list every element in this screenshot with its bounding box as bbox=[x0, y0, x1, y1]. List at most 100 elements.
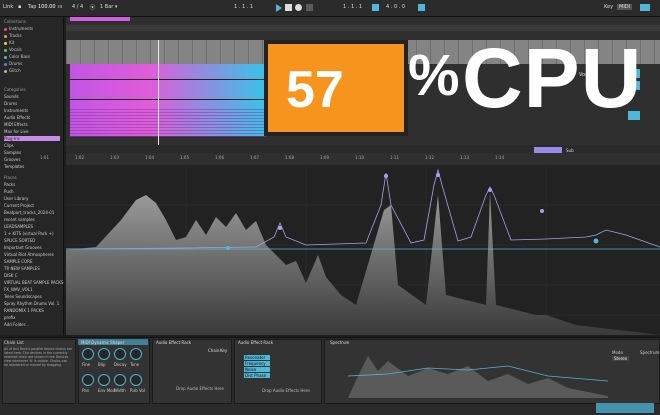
color-tag-icon bbox=[4, 48, 7, 52]
category-item[interactable]: Instruments bbox=[4, 108, 60, 113]
play-icon[interactable] bbox=[276, 4, 282, 12]
category-item[interactable]: Grooves bbox=[4, 157, 60, 162]
quantize-menu[interactable]: 1 Bar ▾ bbox=[100, 4, 117, 10]
place-item[interactable]: LEADSAMPLES bbox=[4, 224, 60, 229]
macro-row[interactable]: Resonator bbox=[244, 355, 270, 360]
place-item[interactable]: FX_WAV_VOL1 bbox=[4, 287, 60, 292]
collection-label: Color Bass bbox=[9, 54, 31, 59]
draw-mode-icon[interactable] bbox=[418, 4, 425, 11]
ruler-tick-label: 1:08 bbox=[285, 155, 294, 160]
knob[interactable] bbox=[130, 374, 142, 386]
macro-row[interactable]: Noise bbox=[244, 367, 270, 372]
collection-label: Kit bbox=[9, 40, 15, 45]
category-item[interactable]: Samples bbox=[4, 150, 60, 155]
key-map-button[interactable]: Key bbox=[604, 4, 613, 10]
collection-item[interactable]: Instruments bbox=[4, 26, 33, 31]
place-item[interactable]: Telex Soundscapes bbox=[4, 294, 60, 299]
mini-spectrum bbox=[348, 356, 608, 398]
clip-label: Sub bbox=[566, 148, 574, 153]
collection-item[interactable]: Color Bass bbox=[4, 54, 30, 59]
collection-item[interactable]: Kit bbox=[4, 40, 14, 45]
chain-list-help: All of this Rack's parallel device chain… bbox=[4, 347, 72, 367]
clip-marker-bar[interactable] bbox=[70, 17, 130, 21]
macro-row[interactable]: Frequency bbox=[244, 361, 270, 366]
collection-item[interactable]: Drums bbox=[4, 61, 22, 66]
category-item[interactable]: Max for Live bbox=[4, 129, 60, 134]
knob[interactable] bbox=[98, 348, 110, 360]
spectrum-device-title: Spectrum bbox=[330, 340, 350, 345]
knob[interactable] bbox=[82, 374, 94, 386]
loop-start[interactable]: 1 . 1 . 1 bbox=[343, 4, 362, 10]
place-item[interactable]: Spray Rhythm Drums Vol. 1 bbox=[4, 301, 60, 306]
place-item[interactable]: DISK C bbox=[4, 273, 60, 278]
place-item[interactable]: 1 + KITS (virtual Pack +) bbox=[4, 231, 60, 236]
nudge-icon[interactable]: ııı bbox=[58, 4, 62, 10]
tap-button[interactable]: Tap bbox=[28, 4, 36, 10]
collection-item[interactable]: Vocals bbox=[4, 47, 22, 52]
category-item[interactable]: Sounds bbox=[4, 94, 60, 99]
spectrum-view[interactable] bbox=[65, 165, 660, 335]
place-item[interactable]: User Library bbox=[4, 196, 60, 201]
place-item[interactable]: Packs bbox=[4, 182, 60, 187]
category-item[interactable]: Drums bbox=[4, 101, 60, 106]
arrangement-position[interactable]: 1 . 1 . 1 bbox=[234, 4, 253, 10]
link-toggle[interactable]: ▪ bbox=[18, 4, 21, 10]
playhead[interactable] bbox=[158, 40, 159, 150]
place-item[interactable]: Push bbox=[4, 189, 60, 194]
ruler-tick-label: 1:11 bbox=[390, 155, 399, 160]
rack3-drop-zone[interactable]: Drop Audio Effects Here bbox=[262, 388, 310, 393]
eq-node[interactable] bbox=[436, 173, 440, 177]
place-item[interactable]: Beatport_tracks_2024-01 bbox=[4, 210, 60, 215]
track-selector[interactable] bbox=[596, 403, 654, 413]
eq-node[interactable] bbox=[593, 238, 599, 244]
knob[interactable] bbox=[98, 374, 110, 386]
place-item[interactable]: SPLICE SORTED bbox=[4, 238, 60, 243]
collection-item[interactable]: Tracks bbox=[4, 33, 22, 38]
places-heading: Places bbox=[4, 175, 17, 180]
stop-icon[interactable] bbox=[285, 4, 292, 11]
collection-item[interactable]: Glitch bbox=[4, 68, 21, 73]
knob[interactable] bbox=[130, 348, 142, 360]
place-item[interactable]: Current Project bbox=[4, 203, 60, 208]
category-item[interactable]: Audio Effects bbox=[4, 115, 60, 120]
category-item[interactable]: Plug-Ins bbox=[4, 136, 60, 141]
eq-node[interactable] bbox=[488, 188, 492, 192]
category-item[interactable]: Clips bbox=[4, 143, 60, 148]
category-item[interactable]: MIDI Effects bbox=[4, 122, 60, 127]
eq-node[interactable] bbox=[226, 246, 230, 250]
place-item[interactable]: SAMPLE CORE bbox=[4, 259, 60, 264]
place-item[interactable]: prefix bbox=[4, 315, 60, 320]
rack2-drop-zone[interactable]: Drop Audio Effects Here bbox=[176, 386, 224, 391]
place-item[interactable]: TR NEW SAMPLES bbox=[4, 266, 60, 271]
overdub-icon[interactable] bbox=[306, 4, 313, 11]
eq-node[interactable] bbox=[384, 174, 388, 178]
place-item[interactable]: RANDOMIX 1 PACKS bbox=[4, 308, 60, 313]
place-item[interactable]: recent samples bbox=[4, 217, 60, 222]
macro-row[interactable]: Dist Phase bbox=[244, 373, 270, 378]
clip-selector[interactable] bbox=[534, 147, 562, 153]
rack2-key-tab[interactable]: Key bbox=[220, 348, 227, 353]
loop-length[interactable]: 4 . 0 . 0 bbox=[386, 4, 405, 10]
eq-node[interactable] bbox=[540, 209, 544, 213]
cpu-value: 57 bbox=[286, 61, 344, 119]
mode-select[interactable]: Stereo bbox=[612, 356, 630, 361]
place-item[interactable]: VIRTUAL BEAT SAMPLE PACKS bbox=[4, 280, 63, 285]
time-signature[interactable]: 4 / 4 bbox=[72, 4, 83, 10]
place-item[interactable]: Important Grooves bbox=[4, 245, 60, 250]
eq-node[interactable] bbox=[278, 226, 282, 230]
place-item[interactable]: Virtual Riot Atmospheres bbox=[4, 252, 60, 257]
knob[interactable] bbox=[114, 348, 126, 360]
link-button[interactable]: Link bbox=[3, 4, 13, 10]
rack2-chain-tab[interactable]: Chain bbox=[208, 348, 219, 353]
loop-toggle-icon[interactable] bbox=[372, 4, 379, 11]
tempo-field[interactable]: 100.00 bbox=[38, 4, 56, 10]
record-icon[interactable] bbox=[295, 4, 302, 11]
midi-map-button[interactable]: MIDI bbox=[617, 4, 633, 10]
category-item[interactable]: Templates bbox=[4, 164, 60, 169]
metronome-icon[interactable]: ⦿ bbox=[90, 4, 95, 11]
knob[interactable] bbox=[114, 374, 126, 386]
ruler-tick-label: 1:12 bbox=[425, 155, 434, 160]
collection-label: Instruments bbox=[9, 26, 34, 31]
knob[interactable] bbox=[82, 348, 94, 360]
place-item[interactable]: Add Folder... bbox=[4, 322, 60, 327]
